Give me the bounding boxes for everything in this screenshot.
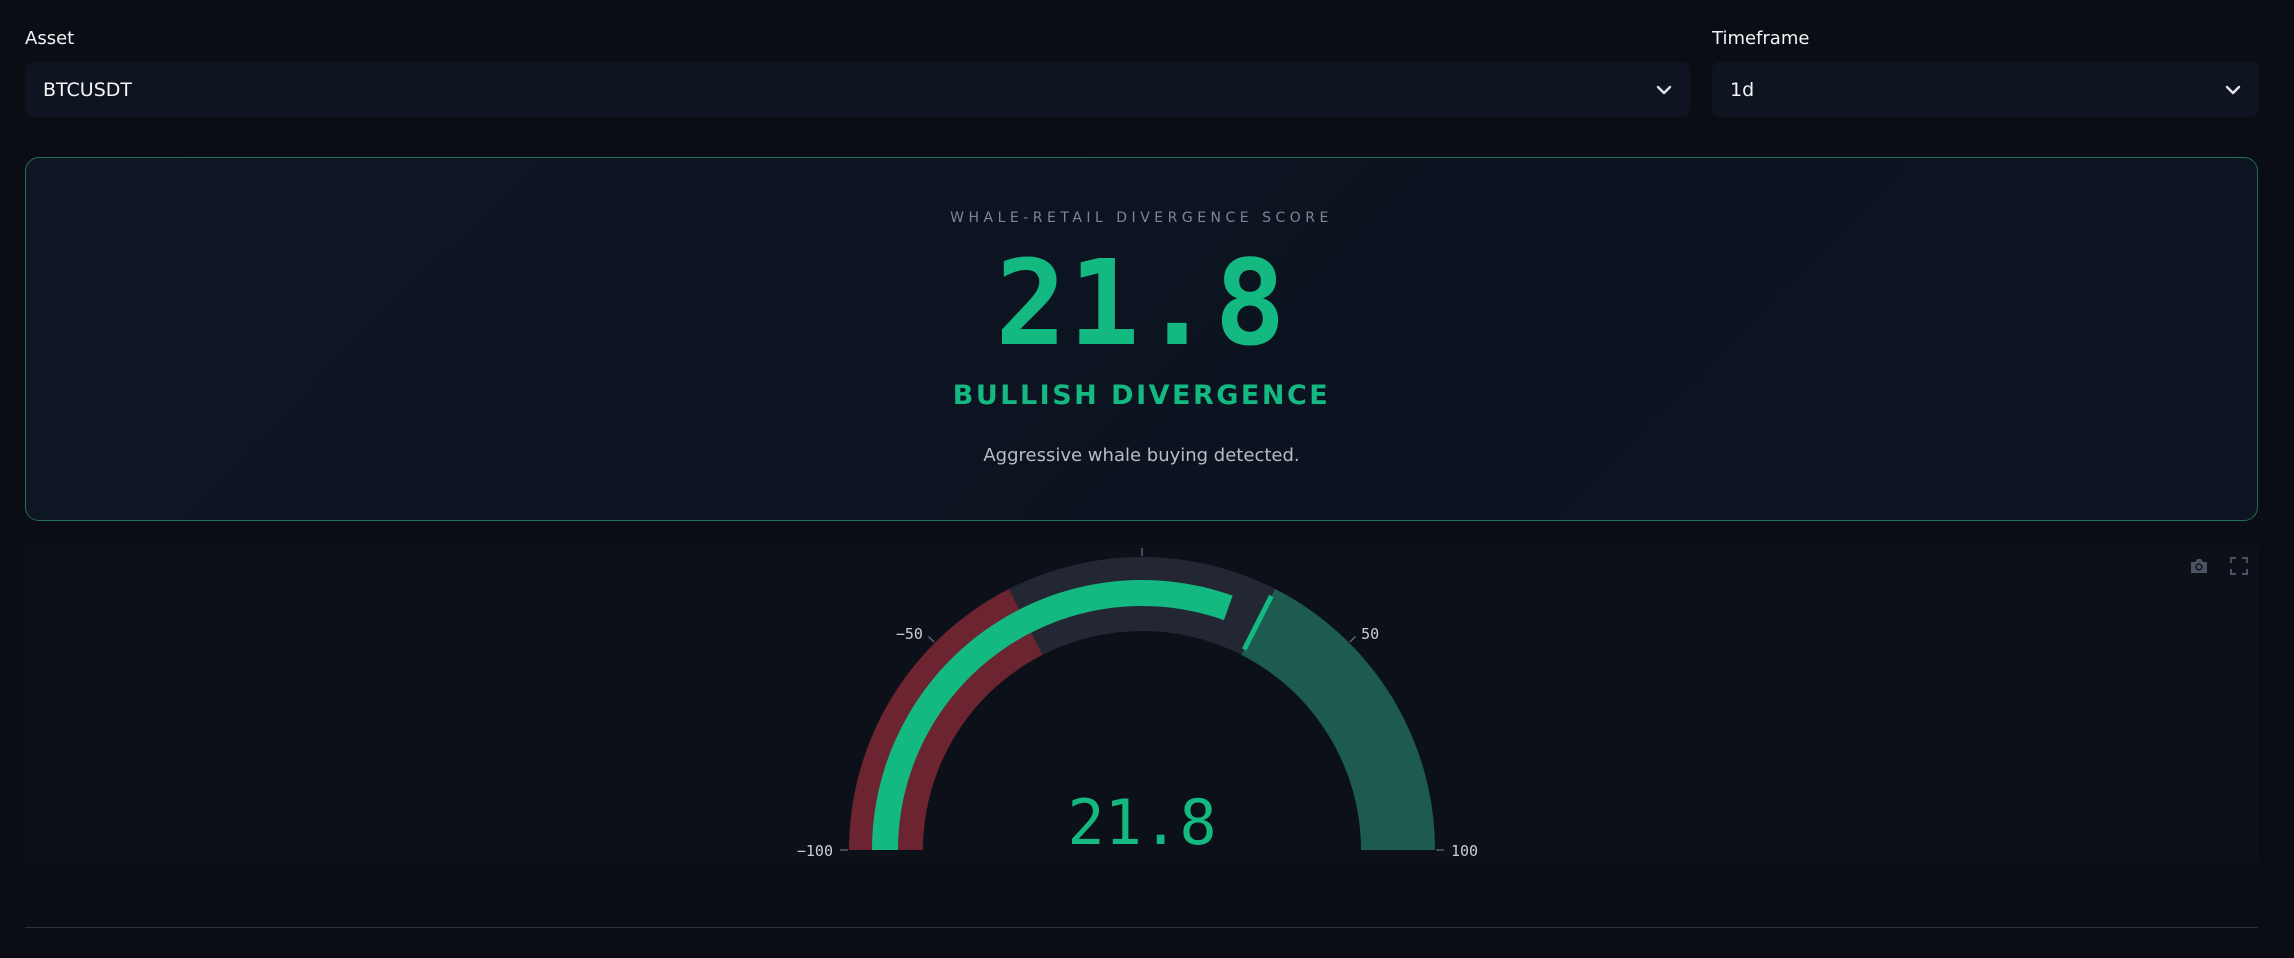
gauge-tick-label: −100 (797, 842, 833, 860)
gauge-tick-label: 50 (1361, 625, 1379, 643)
divergence-gauge: −100 −50 50 100 21.8 (797, 548, 1478, 860)
asset-label: Asset (25, 28, 75, 49)
gauge-step-2 (1241, 588, 1435, 850)
asset-select-value: BTCUSDT (43, 78, 132, 101)
chevron-down-icon (1656, 85, 1672, 94)
gauge-value-label: 21.8 (1067, 786, 1216, 859)
filter-controls: Asset BTCUSDT Timeframe 1d (25, 28, 2259, 118)
score-status: BULLISH DIVERGENCE (952, 380, 1331, 411)
gauge-tick-label: −50 (896, 625, 923, 643)
section-divider (25, 927, 2258, 928)
timeframe-field: Timeframe 1d (1712, 28, 2259, 117)
chevron-down-icon (2225, 85, 2241, 94)
camera-icon[interactable] (2188, 555, 2210, 577)
gauge-tick-label: 100 (1451, 842, 1478, 860)
asset-select[interactable]: BTCUSDT (25, 62, 1690, 117)
fullscreen-icon[interactable] (2228, 555, 2250, 577)
score-value: 21.8 (995, 234, 1288, 372)
chart-modebar (2188, 555, 2250, 577)
divergence-score-card: WHALE-RETAIL DIVERGENCE SCORE 21.8 BULLI… (25, 157, 2258, 521)
score-kicker: WHALE-RETAIL DIVERGENCE SCORE (950, 210, 1333, 226)
timeframe-select[interactable]: 1d (1712, 62, 2259, 117)
gauge-tick-mark (928, 636, 935, 643)
asset-field: Asset BTCUSDT (25, 28, 1690, 117)
timeframe-label: Timeframe (1712, 28, 1810, 49)
gauge-tick-mark (1349, 636, 1356, 643)
timeframe-select-value: 1d (1730, 78, 1755, 101)
score-description: Aggressive whale buying detected. (983, 445, 1300, 466)
